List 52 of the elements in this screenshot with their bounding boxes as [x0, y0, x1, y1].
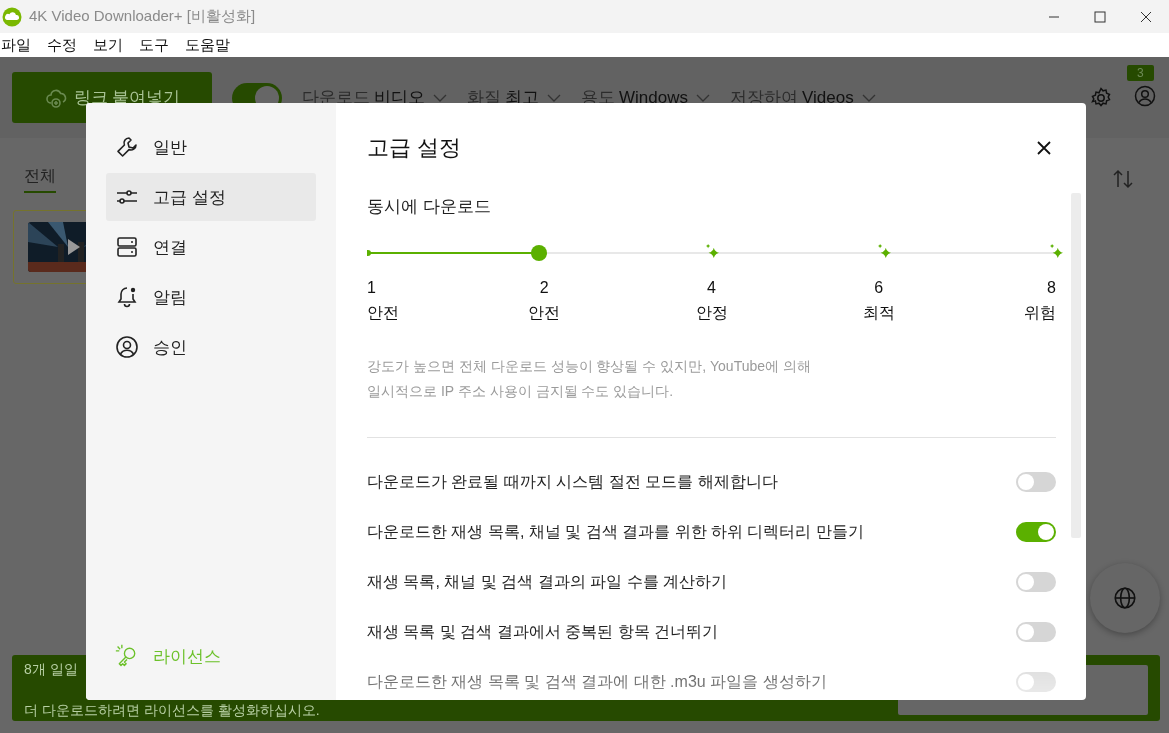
user-icon: [115, 335, 139, 359]
step-value: 2: [539, 279, 549, 297]
slider-thumb[interactable]: [531, 245, 548, 261]
step-value: 8: [1047, 279, 1056, 297]
sidebar-item[interactable]: 연결: [106, 223, 316, 271]
toggle-switch[interactable]: [1016, 522, 1056, 542]
chevron-down-icon: [547, 93, 561, 102]
menu-item[interactable]: 수정: [47, 35, 77, 55]
chevron-down-icon: [433, 93, 447, 102]
menu-item[interactable]: 도구: [139, 35, 169, 55]
option-label: 다운로드한 재생 목록, 채널 및 검색 결과를 위한 하위 디렉터리 만들기: [367, 521, 864, 542]
notification-badge: 3: [1127, 64, 1154, 81]
step-label: 안전: [367, 303, 399, 323]
toggle-switch[interactable]: [1016, 572, 1056, 592]
toggle-switch[interactable]: [1016, 622, 1056, 642]
step-label: 안정: [695, 303, 728, 323]
step-value: 6: [874, 279, 884, 297]
banner-text: 8개 일일: [24, 661, 78, 677]
section-title: 동시에 다운로드: [367, 196, 491, 218]
language-button[interactable]: [1090, 563, 1160, 633]
step-value: 4: [707, 279, 716, 297]
account-icon[interactable]: [1133, 83, 1157, 108]
banner-text: 더 다운로드하려면 라이선스를 활성화하십시오.: [24, 702, 320, 718]
step-label: 안전: [528, 303, 561, 323]
step-label: 위험: [1024, 303, 1056, 323]
toggle-switch[interactable]: [1016, 672, 1056, 692]
option-label: 재생 목록, 채널 및 검색 결과의 파일 수를 계산하기: [367, 571, 727, 592]
sidebar-item[interactable]: 알림: [106, 273, 316, 321]
server-icon: [115, 235, 139, 259]
sort-icon[interactable]: [1111, 167, 1135, 191]
sidebar-item[interactable]: 고급 설정: [106, 173, 316, 221]
step-value: 1: [367, 279, 376, 297]
toggle-switch[interactable]: [1016, 472, 1056, 492]
globe-icon: [1112, 585, 1138, 611]
close-icon[interactable]: [1037, 141, 1051, 155]
menu-item[interactable]: 도움말: [185, 35, 230, 55]
bell-icon: [115, 285, 139, 309]
menu-item[interactable]: 보기: [93, 35, 123, 55]
hint-text: 강도가 높으면 전체 다운로드 성능이 향상될 수 있지만, YouTube에 의해 일시적으로 IP 주소 사용이 금지될 수도 있습니다.: [367, 357, 812, 401]
window-title: 4K Video Downloader+ [비활성화]: [29, 7, 256, 26]
sidebar-item[interactable]: 일반: [106, 123, 316, 171]
chevron-down-icon: [695, 93, 710, 102]
concurrency-slider[interactable]: [367, 243, 1064, 263]
step-label: 최적: [862, 303, 895, 323]
wrench-icon: [115, 135, 139, 159]
menu-item[interactable]: 파일: [1, 35, 31, 55]
option-label: 다운로드한 재생 목록 및 검색 결과에 대한 .m3u 파일을 생성하기: [367, 671, 827, 692]
sidebar-item[interactable]: 승인: [106, 323, 316, 371]
option-label: 다운로드가 완료될 때까지 시스템 절전 모드를 해제합니다: [367, 471, 778, 492]
chevron-down-icon: [861, 93, 876, 102]
option-label: 재생 목록 및 검색 결과에서 중복된 항목 건너뛰기: [367, 621, 719, 642]
dialog-title: 고급 설정: [367, 134, 462, 162]
